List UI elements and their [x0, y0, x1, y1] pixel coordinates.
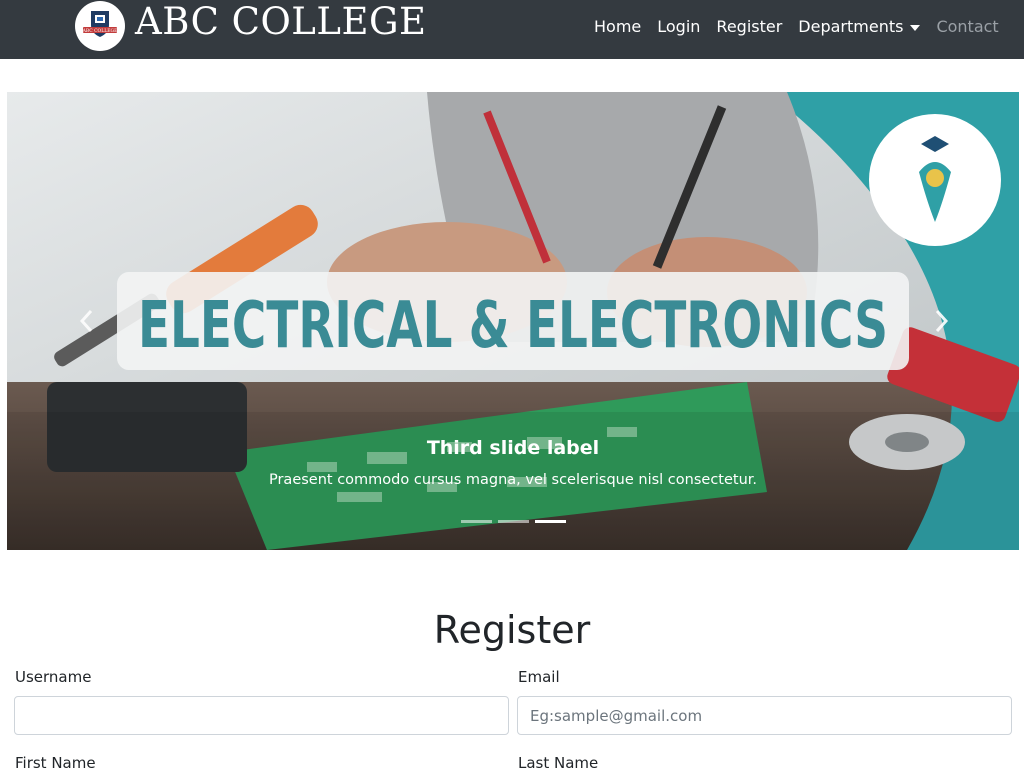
carousel-next-button[interactable]: [929, 306, 953, 336]
nav-register[interactable]: Register: [716, 17, 782, 37]
svg-text:ELECTRICAL & ELECTRONICS: ELECTRICAL & ELECTRONICS: [138, 289, 888, 363]
carousel-prev-button[interactable]: [75, 306, 99, 336]
username-label: Username: [15, 668, 92, 686]
nav-departments-dropdown[interactable]: Departments: [798, 17, 921, 37]
email-label: Email: [518, 668, 560, 686]
svg-text:ABC COLLEGE: ABC COLLEGE: [82, 28, 118, 34]
nav-contact[interactable]: Contact: [936, 17, 998, 37]
caret-down-icon: [910, 25, 921, 31]
carousel-caption-text: Praesent commodo cursus magna, vel scele…: [268, 472, 758, 488]
nav-departments-label: Departments: [798, 17, 904, 36]
brand-name[interactable]: ABC COLLEGE: [135, 0, 427, 44]
carousel-indicators: [461, 520, 566, 523]
nav-login[interactable]: Login: [657, 17, 700, 37]
carousel-indicator-1[interactable]: [461, 520, 492, 523]
email-input[interactable]: [517, 696, 1012, 735]
username-input[interactable]: [14, 696, 509, 735]
image-carousel: ELECTRICAL & ELECTRONICS Third slide lab…: [7, 92, 1019, 550]
navbar: ABC COLLEGE ABC COLLEGE Home Login Regis…: [0, 0, 1024, 59]
nav-links: Home Login Register Departments Contact: [594, 16, 999, 38]
college-logo[interactable]: ABC COLLEGE: [75, 1, 125, 51]
first-name-label: First Name: [15, 754, 96, 768]
register-title: Register: [433, 608, 591, 652]
chevron-right-icon: [935, 309, 949, 333]
nav-home[interactable]: Home: [594, 17, 641, 37]
carousel-caption-title: Third slide label: [426, 437, 600, 459]
carousel-indicator-2[interactable]: [498, 520, 529, 523]
carousel-indicator-3[interactable]: [535, 520, 566, 523]
last-name-label: Last Name: [518, 754, 599, 768]
chevron-left-icon: [79, 309, 93, 333]
